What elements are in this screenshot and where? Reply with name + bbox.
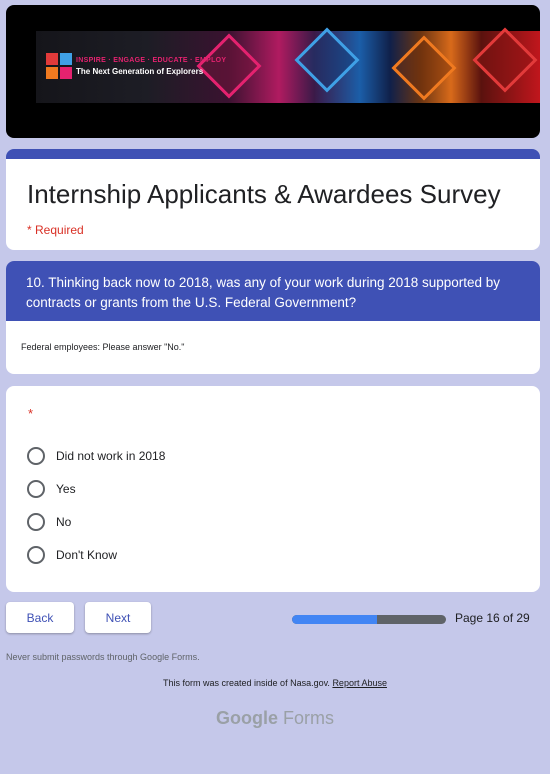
form-title: Internship Applicants & Awardees Survey xyxy=(27,179,501,209)
option-did-not-work[interactable]: Did not work in 2018 xyxy=(27,446,165,466)
google-wordmark: Google xyxy=(215,708,278,728)
progress-bar xyxy=(292,615,446,624)
option-label: Don't Know xyxy=(56,548,117,562)
radio-button[interactable] xyxy=(27,546,45,564)
nasa-logo-icon xyxy=(46,53,72,79)
page-indicator: Page 16 of 29 xyxy=(455,611,530,625)
option-label: No xyxy=(56,515,72,529)
header-banner: INSPIRE · ENGAGE · EDUCATE · EMPLOY The … xyxy=(6,5,540,138)
options-card: * Did not work in 2018 Yes No Don't Know xyxy=(6,386,540,592)
banner-subtitle: The Next Generation of Explorers xyxy=(76,67,204,76)
progress-bar-fill xyxy=(292,615,377,624)
radio-button[interactable] xyxy=(27,447,45,465)
created-note: This form was created inside of Nasa.gov… xyxy=(0,678,550,688)
google-forms-logo: Google Forms xyxy=(0,708,550,729)
forms-wordmark: Forms xyxy=(283,708,334,728)
banner-image-strip: INSPIRE · ENGAGE · EDUCATE · EMPLOY The … xyxy=(36,27,540,103)
next-button[interactable]: Next xyxy=(85,602,151,633)
password-warning: Never submit passwords through Google Fo… xyxy=(6,652,200,662)
question-text: 10. Thinking back now to 2018, was any o… xyxy=(6,261,540,321)
required-note: * Required xyxy=(27,223,84,237)
required-asterisk: * xyxy=(28,406,34,421)
radio-button[interactable] xyxy=(27,513,45,531)
question-card: 10. Thinking back now to 2018, was any o… xyxy=(6,261,540,374)
banner-diamond-photo xyxy=(294,27,360,93)
banner-diamond-photo xyxy=(472,27,538,93)
banner-diamond-photo xyxy=(391,35,457,101)
radio-button[interactable] xyxy=(27,480,45,498)
option-dont-know[interactable]: Don't Know xyxy=(27,545,117,565)
form-title-card: Internship Applicants & Awardees Survey … xyxy=(6,149,540,250)
report-abuse-link[interactable]: Report Abuse xyxy=(332,678,387,688)
banner-diamond-photo xyxy=(196,33,262,99)
option-yes[interactable]: Yes xyxy=(27,479,76,499)
option-no[interactable]: No xyxy=(27,512,71,532)
question-help-text: Federal employees: Please answer "No." xyxy=(21,342,185,352)
banner-tagline: INSPIRE · ENGAGE · EDUCATE · EMPLOY xyxy=(76,57,227,64)
created-text: This form was created inside of Nasa.gov… xyxy=(163,678,330,688)
option-label: Did not work in 2018 xyxy=(56,449,166,463)
option-label: Yes xyxy=(56,482,76,496)
back-button[interactable]: Back xyxy=(6,602,74,633)
